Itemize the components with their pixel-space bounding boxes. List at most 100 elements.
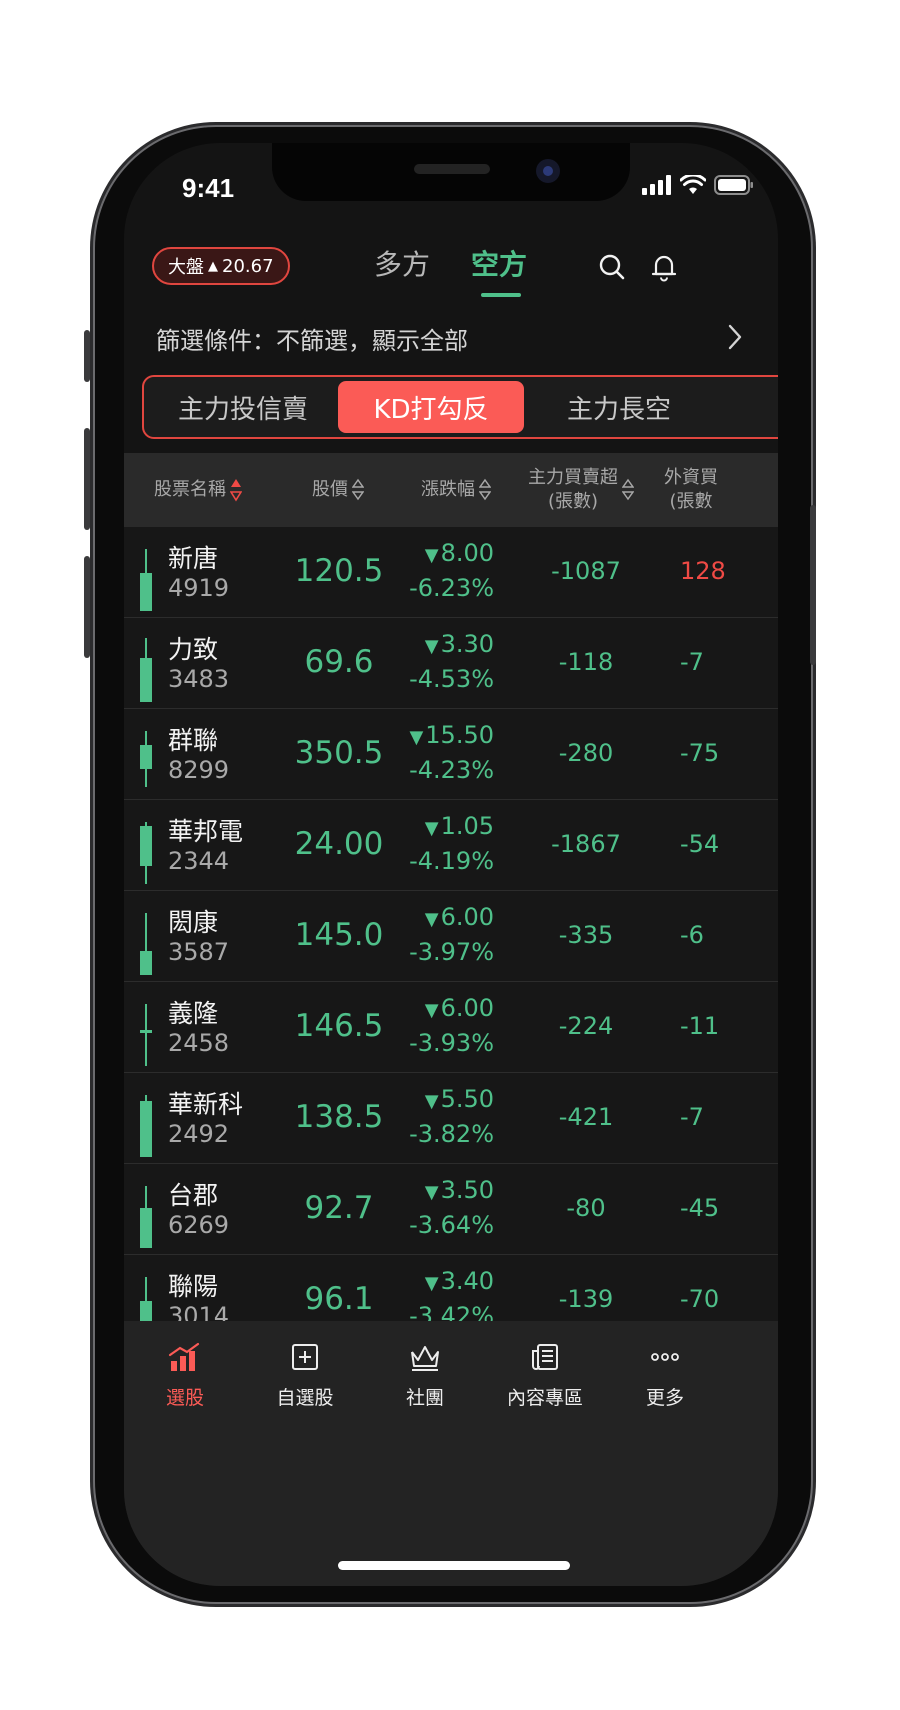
header-main-force[interactable]: 主力買賣超 (張數) — [528, 453, 634, 527]
change-percent: -3.93% — [409, 1029, 494, 1057]
speaker — [414, 164, 490, 174]
signal-icon — [642, 175, 671, 195]
stock-list: 新唐 4919 120.5 ▼8.00 -6.23% -1087 128 力致 … — [124, 527, 778, 1346]
tab-more[interactable]: 更多 — [610, 1337, 720, 1410]
notch — [272, 143, 630, 201]
table-row[interactable]: 閎康 3587 145.0 ▼6.00 -3.97% -335 -6 — [124, 891, 778, 982]
price-change-value: 1.05 — [440, 812, 494, 840]
foreign-net: -45 — [680, 1194, 720, 1222]
sort-icon — [352, 478, 364, 501]
header-foreign[interactable]: 外資買 (張數 — [664, 453, 718, 527]
stock-name: 義隆 — [168, 999, 219, 1028]
table-row[interactable]: 群聯 8299 350.5 ▼15.50 -4.23% -280 -75 — [124, 709, 778, 800]
header-stock-name[interactable]: 股票名稱 — [154, 453, 242, 527]
segment-main-investment-sell[interactable]: 主力投信賣 — [150, 381, 336, 433]
tab-community[interactable]: 社團 — [370, 1337, 480, 1410]
chart-icon — [168, 1342, 200, 1371]
header-main-force-label: 主力買賣超 (張數) — [528, 467, 618, 512]
table-row[interactable]: 新唐 4919 120.5 ▼8.00 -6.23% -1087 128 — [124, 527, 778, 618]
stock-name: 台郡 — [168, 1181, 219, 1210]
main-force-net: -1087 — [551, 557, 621, 585]
main-force-net: -421 — [558, 1103, 614, 1131]
candlestick-icon — [140, 822, 152, 884]
stock-price: 145.0 — [294, 917, 384, 953]
stock-code: 2458 — [168, 1029, 230, 1057]
tab-bear[interactable]: 空方 — [471, 243, 527, 283]
price-change: ▼5.50 — [425, 1085, 494, 1113]
market-index-badge[interactable]: 大盤 ▲ 20.67 — [152, 247, 290, 285]
top-bar: 大盤 ▲ 20.67 多方 空方 — [124, 233, 778, 303]
segment-kd-reverse[interactable]: KD打勾反 — [338, 381, 524, 433]
price-change-value: 6.00 — [440, 903, 494, 931]
tab-label: 社團 — [405, 1387, 444, 1409]
stock-code: 2492 — [168, 1120, 230, 1148]
price-change-value: 6.00 — [440, 994, 494, 1022]
tab-content[interactable]: 內容專區 — [490, 1337, 600, 1410]
tab-label: 內容專區 — [506, 1387, 583, 1409]
status-icons — [642, 175, 754, 195]
stock-code: 3587 — [168, 938, 230, 966]
filter-row[interactable]: 篩選條件：不篩選，顯示全部 — [124, 311, 778, 365]
stock-code: 3483 — [168, 665, 230, 693]
foreign-net: -70 — [680, 1285, 720, 1313]
foreign-net: -75 — [680, 739, 720, 767]
header-foreign-label: 外資買 (張數 — [664, 467, 718, 512]
candlestick-icon — [140, 1186, 152, 1248]
crown-icon — [411, 1346, 439, 1371]
stock-name: 閎康 — [168, 908, 219, 937]
price-change-value: 5.50 — [440, 1085, 494, 1113]
change-percent: -4.19% — [409, 847, 494, 875]
segment-main-long-short[interactable]: 主力長空 — [526, 381, 712, 433]
stock-code: 2344 — [168, 847, 230, 875]
silent-switch — [84, 330, 90, 382]
stock-price: 146.5 — [294, 1008, 384, 1044]
sort-icon — [479, 478, 491, 501]
change-percent: -3.97% — [409, 938, 494, 966]
main-force-net: -139 — [558, 1285, 614, 1313]
main-force-net: -224 — [558, 1012, 614, 1040]
volume-down-button — [84, 556, 90, 658]
down-triangle-icon: ▼ — [424, 1182, 439, 1203]
stock-price: 138.5 — [294, 1099, 384, 1135]
price-change-value: 3.40 — [440, 1267, 494, 1295]
newspaper-icon — [532, 1344, 558, 1370]
candlestick-icon — [140, 549, 152, 611]
home-indicator[interactable] — [338, 1561, 570, 1570]
header-price[interactable]: 股價 — [312, 453, 364, 527]
index-label: 大盤 — [168, 257, 204, 278]
strategy-segment: 主力投信賣 KD打勾反 主力長空 — [142, 375, 778, 439]
tab-bull[interactable]: 多方 — [374, 243, 430, 283]
price-change: ▼3.50 — [425, 1176, 494, 1204]
change-percent: -4.23% — [409, 756, 494, 784]
candlestick-icon — [140, 638, 152, 702]
table-row[interactable]: 台郡 6269 92.7 ▼3.50 -3.64% -80 -45 — [124, 1164, 778, 1255]
chevron-right-icon — [728, 324, 742, 350]
stock-name: 聯陽 — [168, 1272, 219, 1301]
stock-name: 華邦電 — [168, 817, 244, 846]
foreign-net: -6 — [680, 921, 704, 949]
stock-price: 69.6 — [304, 644, 374, 680]
table-row[interactable]: 力致 3483 69.6 ▼3.30 -4.53% -118 -7 — [124, 618, 778, 709]
price-change-value: 15.50 — [425, 721, 494, 749]
price-change-value: 3.30 — [440, 630, 494, 658]
plus-square-icon — [292, 1344, 318, 1370]
main-force-net: -335 — [558, 921, 614, 949]
table-row[interactable]: 華邦電 2344 24.00 ▼1.05 -4.19% -1867 -54 — [124, 800, 778, 891]
header-change[interactable]: 漲跌幅 — [421, 453, 491, 527]
stock-price: 120.5 — [294, 553, 384, 589]
stock-price: 96.1 — [304, 1281, 374, 1317]
price-change: ▼15.50 — [409, 721, 494, 749]
down-triangle-icon: ▼ — [424, 545, 439, 566]
tab-stock-picker[interactable]: 選股 — [130, 1337, 240, 1410]
table-row[interactable]: 義隆 2458 146.5 ▼6.00 -3.93% -224 -11 — [124, 982, 778, 1073]
stock-code: 8299 — [168, 756, 230, 784]
main-force-net: -1867 — [551, 830, 621, 858]
table-row[interactable]: 華新科 2492 138.5 ▼5.50 -3.82% -421 -7 — [124, 1073, 778, 1164]
tab-watchlist[interactable]: 自選股 — [250, 1337, 360, 1410]
search-icon[interactable] — [594, 249, 630, 285]
down-triangle-icon: ▼ — [424, 1091, 439, 1112]
bell-icon[interactable] — [646, 249, 682, 285]
price-change: ▼3.40 — [425, 1267, 494, 1295]
candlestick-icon — [140, 1095, 152, 1157]
price-change-value: 8.00 — [440, 539, 494, 567]
